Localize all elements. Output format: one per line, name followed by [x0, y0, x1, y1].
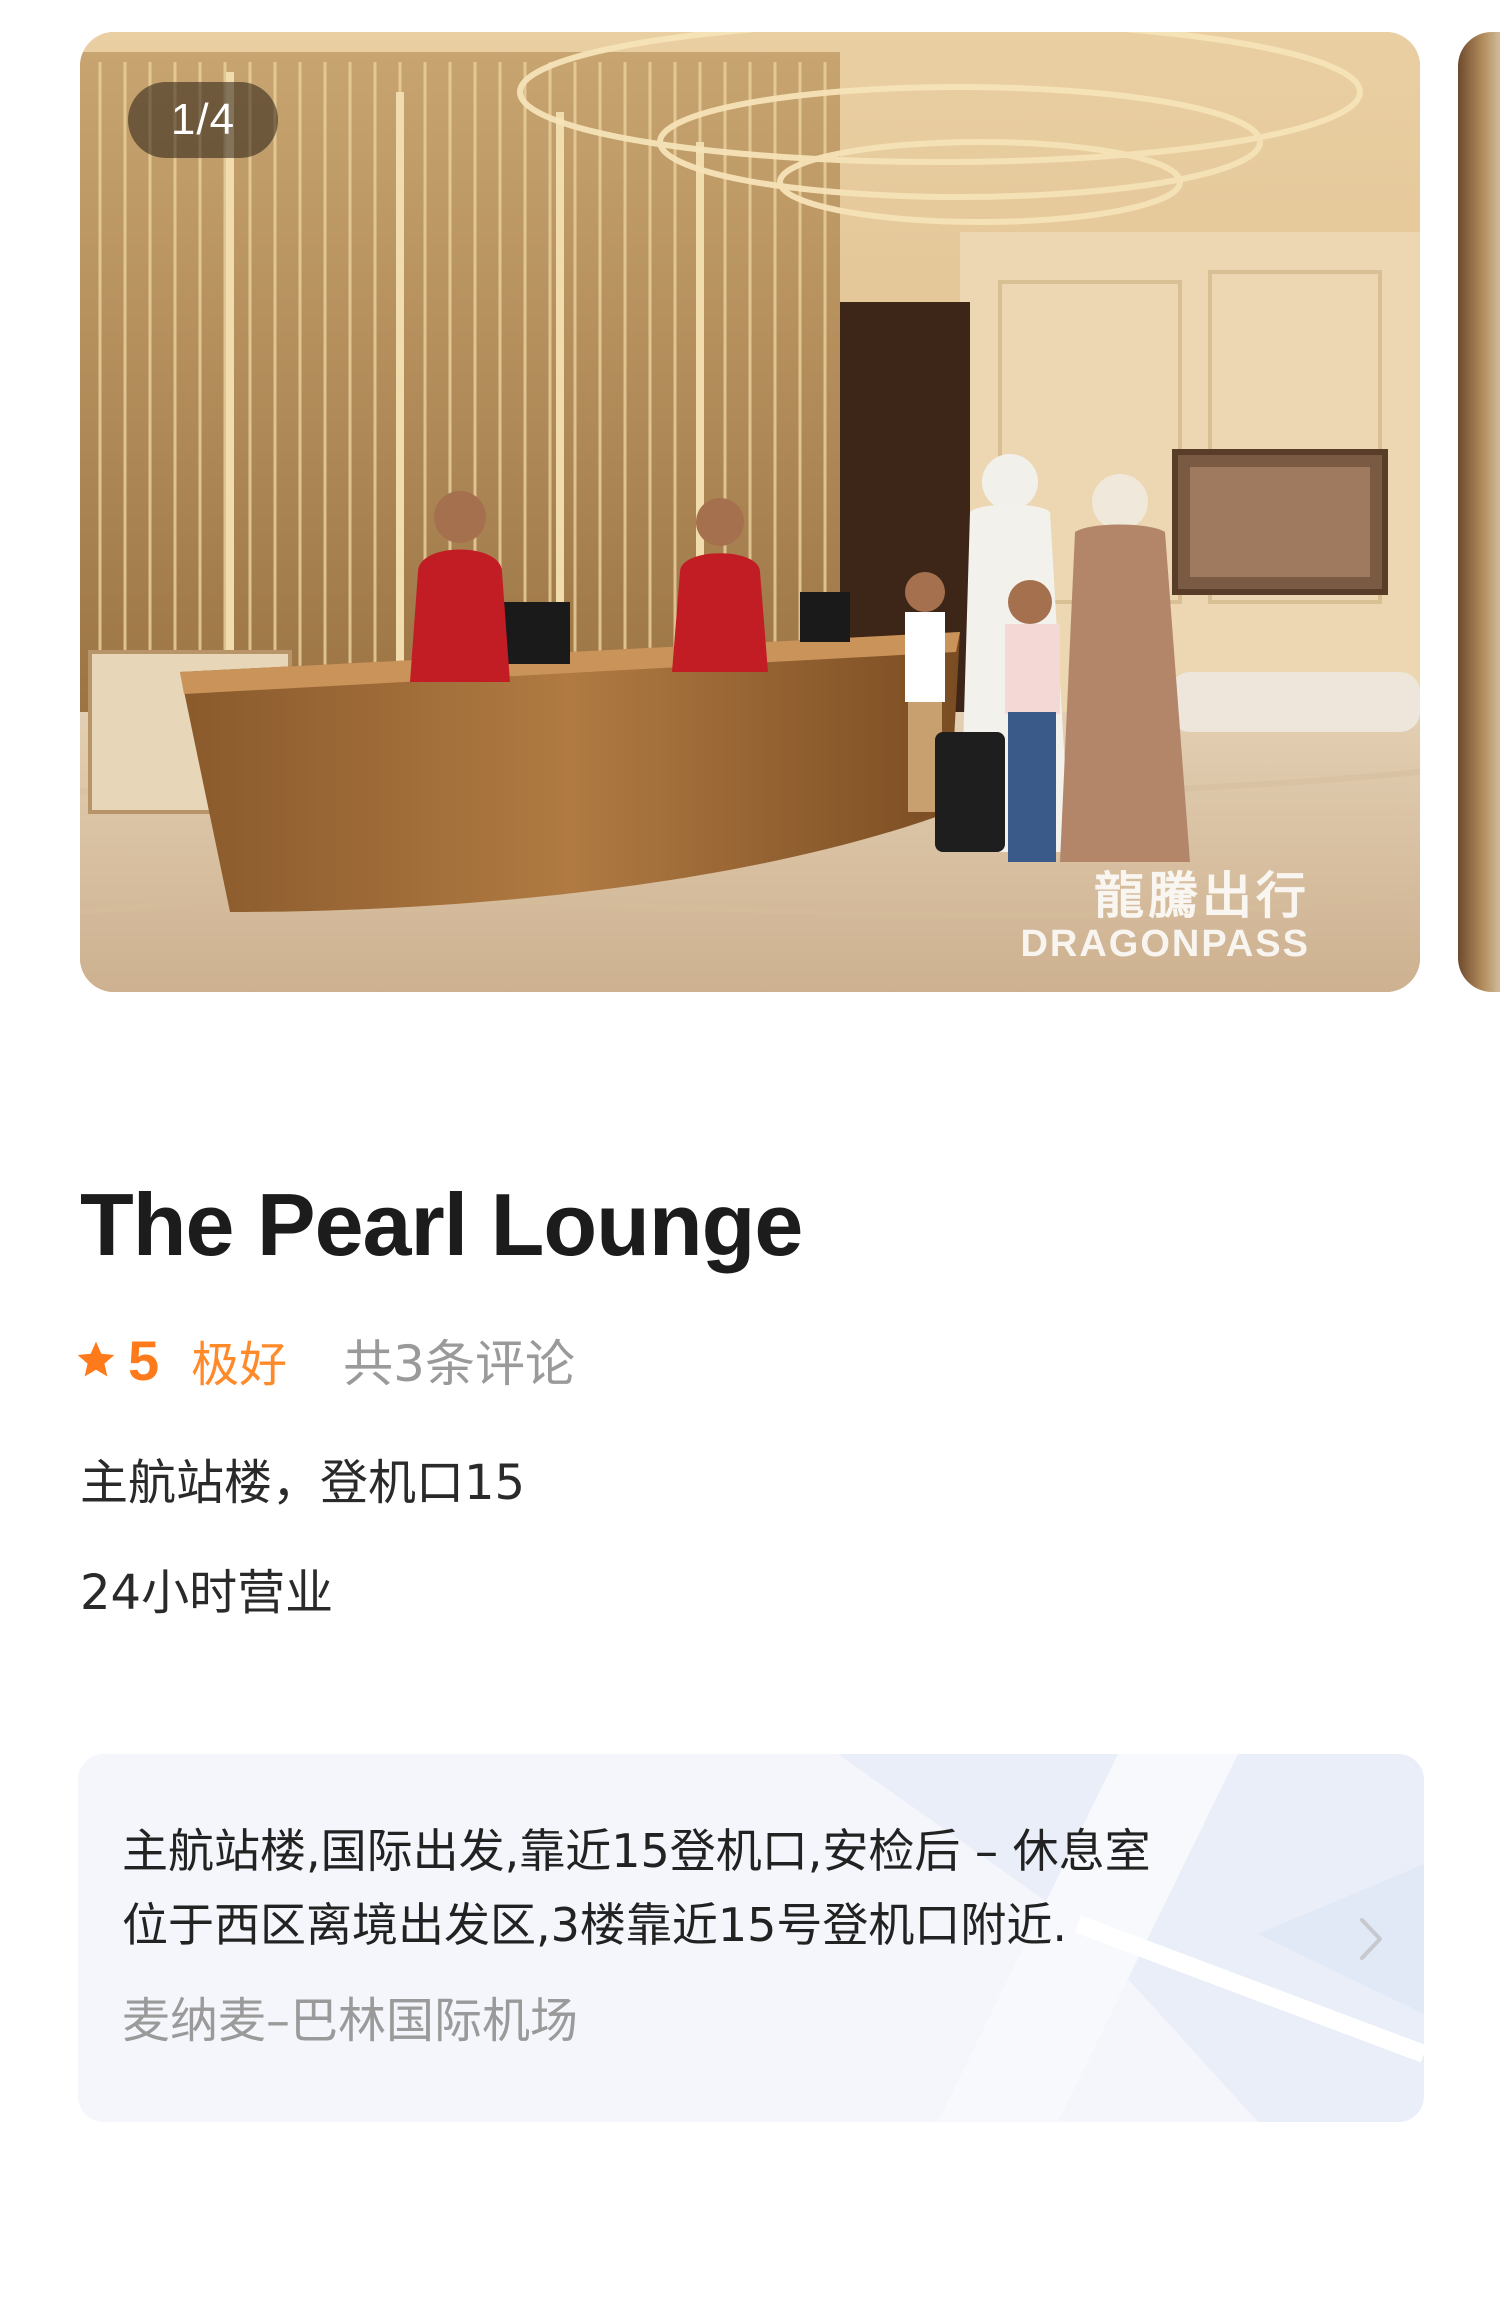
lounge-photo[interactable]: 龍騰出行 DRAGONPASS	[80, 32, 1420, 992]
rating-row[interactable]: 5 极好 共3条评论	[74, 1325, 575, 1395]
lounge-photo-illustration	[80, 32, 1420, 992]
review-count-link[interactable]: 共3条评论	[343, 1324, 575, 1396]
photo-gallery[interactable]: 龍騰出行 DRAGONPASS 1/4	[0, 0, 1500, 1010]
address-card[interactable]: 主航站楼,国际出发,靠近15登机口,安检后 – 休息室 位于西区离境出发区,3楼…	[78, 1754, 1424, 2122]
star-icon	[77, 1341, 115, 1377]
address-line-2: 位于西区离境出发区,3楼靠近15号登机口附近.	[122, 1898, 1068, 1952]
lounge-location: 主航站楼，登机口15	[80, 1455, 526, 1511]
rating-grade: 极好	[191, 1337, 288, 1393]
opening-hours: 24小时营业	[80, 1565, 334, 1621]
chevron-right-icon[interactable]	[1356, 1914, 1386, 1964]
lounge-name: The Pearl Lounge	[80, 1175, 803, 1274]
rating-score: 5	[128, 1328, 160, 1392]
next-photo-peek[interactable]	[1458, 32, 1500, 992]
airport-name: 麦纳麦–巴林国际机场	[122, 1993, 579, 2049]
address-line-1: 主航站楼,国际出发,靠近15登机口,安检后 – 休息室	[122, 1824, 1151, 1878]
address-detail: 主航站楼,国际出发,靠近15登机口,安检后 – 休息室 位于西区离境出发区,3楼…	[122, 1814, 1302, 1962]
photo-counter: 1/4	[128, 82, 278, 158]
